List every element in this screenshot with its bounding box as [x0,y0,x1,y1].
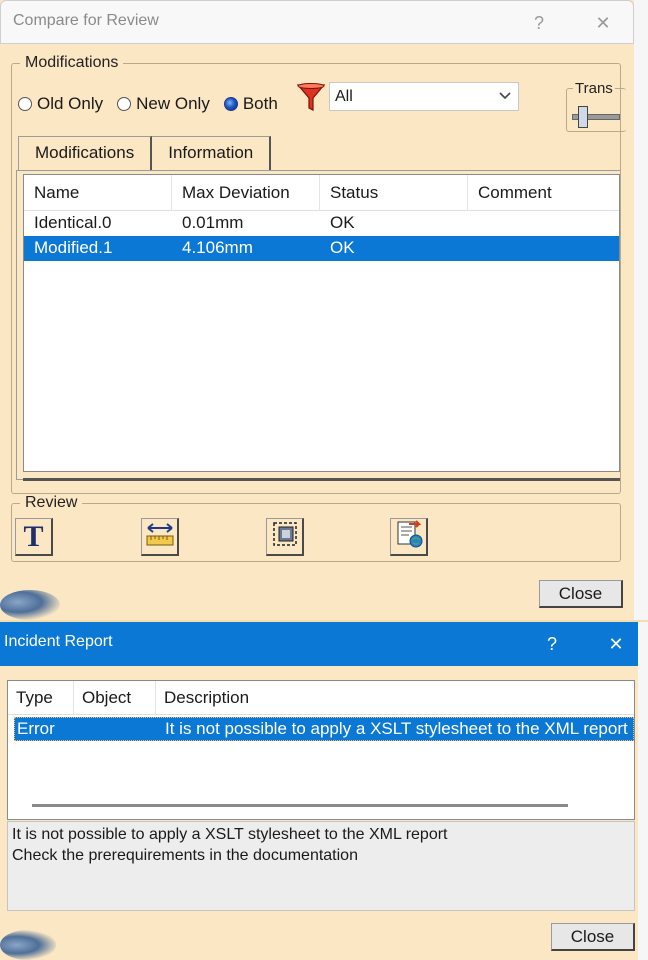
row-name: Identical.0 [34,213,112,232]
divider [23,478,620,481]
text-annotation-button[interactable]: T [15,518,53,556]
text-annotation-icon: T [23,519,44,553]
filter-radio-group: Old Only New Only Both [18,94,284,114]
capture-icon [270,519,300,554]
radio-old-only-label: Old Only [37,94,104,113]
compare-title: Compare for Review [13,12,159,29]
horizontal-scrollbar[interactable] [32,804,568,807]
column-header-status[interactable]: Status [320,175,468,211]
row-status: OK [330,238,355,257]
filter-dropdown[interactable]: All [329,82,519,111]
incident-description: It is not possible to apply a XSLT style… [165,719,628,738]
incident-titlebar[interactable]: Incident Report ? ✕ [0,622,638,666]
help-button[interactable]: ? [538,630,566,658]
review-group-label: Review [25,494,78,511]
column-header-object[interactable]: Object [74,681,156,715]
row-name: Modified.1 [34,238,113,257]
table-row-selected[interactable]: Modified.1 4.106mm OK [24,236,619,261]
radio-new-only-label: New Only [136,94,210,113]
report-icon [394,519,424,554]
table-row[interactable]: Identical.0 0.01mm OK [24,211,619,236]
tab-modifications[interactable]: Modifications [18,136,153,170]
transparency-slider-thumb[interactable] [578,106,588,128]
review-group: Review [11,494,621,562]
column-header-description[interactable]: Description [156,681,634,715]
capture-button[interactable] [266,518,304,556]
radio-old-only-indicator[interactable] [18,97,32,111]
incident-message-line: Check the prerequirements in the documen… [12,847,358,864]
column-header-type[interactable]: Type [8,681,74,715]
radio-both-label: Both [242,94,278,113]
radio-new-only-indicator[interactable] [117,97,132,111]
incident-message-line: It is not possible to apply a XSLT style… [12,826,448,843]
transparency-group: Trans [566,80,626,132]
tab-bar: Modifications Information [18,136,272,170]
table-header: Name Max Deviation Status Comment [24,175,619,211]
column-header-max-deviation[interactable]: Max Deviation [172,175,320,211]
modifications-group-label: Modifications [25,54,119,71]
incident-table[interactable]: Type Object Description Error It is not … [7,680,635,820]
column-header-name[interactable]: Name [24,175,172,211]
radio-new-only[interactable]: New Only [117,94,210,114]
modifications-table[interactable]: Name Max Deviation Status Comment Identi… [23,174,620,472]
row-deviation: 0.01mm [182,213,244,232]
compare-for-review-dialog: Compare for Review ? ✕ Modifications Old… [0,0,648,620]
close-window-button[interactable]: ✕ [589,9,617,37]
transparency-label: Trans [575,80,613,97]
tab-information[interactable]: Information [152,136,272,170]
radio-both[interactable]: Both [223,94,278,114]
filter-funnel-icon[interactable] [296,82,326,114]
close-window-button[interactable]: ✕ [602,630,630,658]
row-deviation: 4.106mm [182,238,253,257]
background-decoration [0,590,60,620]
incident-message: It is not possible to apply a XSLT style… [7,821,635,911]
incident-row-selected[interactable]: Error It is not possible to apply a XSLT… [14,717,634,741]
incident-close-button[interactable]: Close [551,923,635,951]
compare-titlebar[interactable]: Compare for Review ? ✕ [0,0,634,44]
radio-old-only[interactable]: Old Only [18,94,103,114]
row-status: OK [330,213,355,232]
incident-table-header: Type Object Description [8,681,634,715]
help-button[interactable]: ? [525,9,553,37]
chevron-down-icon[interactable] [498,85,512,110]
incident-title: Incident Report [4,633,113,650]
measure-button[interactable] [141,518,179,556]
radio-both-indicator[interactable] [223,97,238,111]
filter-dropdown-value: All [335,88,353,105]
report-button[interactable] [390,518,428,556]
incident-type: Error [17,719,55,738]
close-button[interactable]: Close [539,580,623,608]
background-decoration [0,930,56,960]
measure-icon [145,519,175,554]
column-header-comment[interactable]: Comment [468,175,619,211]
